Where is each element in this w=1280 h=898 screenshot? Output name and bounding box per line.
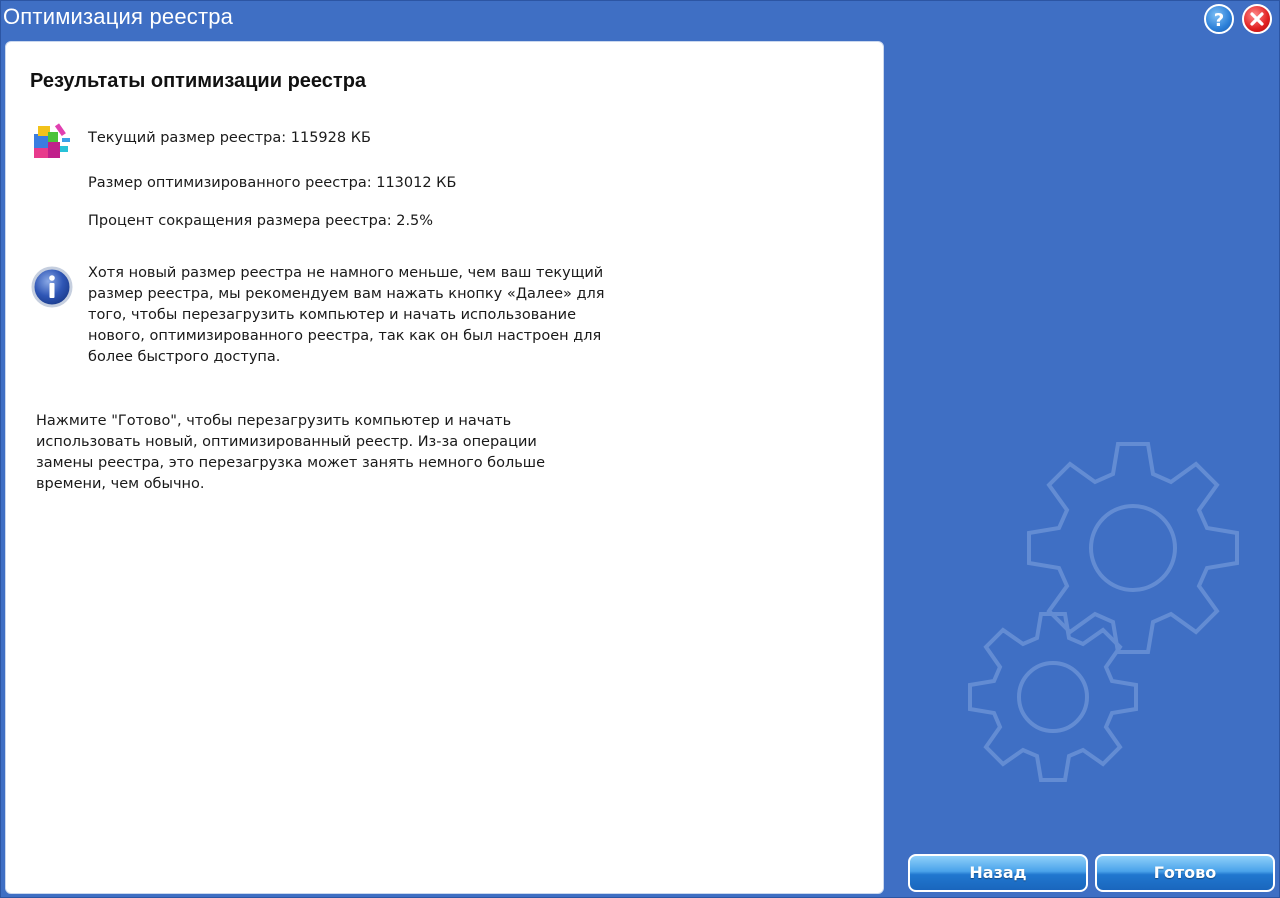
finish-line: замены реестра, это перезагрузка может з… [36, 455, 545, 471]
info-line: того, чтобы перезагрузить компьютер и на… [88, 307, 577, 323]
window-title: Оптимизация реестра [3, 4, 234, 29]
finish-line: Нажмите "Готово", чтобы перезагрузить ко… [36, 413, 512, 429]
info-icon [31, 266, 73, 308]
close-icon [1250, 12, 1264, 26]
svg-text:?: ? [1214, 10, 1224, 31]
info-line: более быстрого доступа. [88, 349, 281, 365]
small-gear [968, 612, 1138, 782]
help-icon: ? [1214, 10, 1224, 31]
finish-message: Нажмите "Готово", чтобы перезагрузить ко… [36, 411, 545, 495]
info-line: нового, оптимизированного реестра, так к… [88, 328, 602, 344]
close-button[interactable] [1242, 4, 1272, 34]
optimizer-window: Оптимизация реестра ? Результаты оптимиз… [0, 0, 1280, 898]
content-panel: Результаты оптимизации реестра Текущий р… [5, 41, 884, 894]
done-button[interactable]: Готово [1095, 854, 1275, 892]
help-button[interactable]: ? [1204, 4, 1234, 34]
reduction-percent-text: Процент сокращения размера реестра: 2.5% [88, 213, 434, 229]
optimized-size-text: Размер оптимизированного реестра: 113012… [88, 175, 457, 191]
info-line: размер реестра, мы рекомендуем вам нажат… [88, 286, 605, 302]
page-heading: Результаты оптимизации реестра [30, 70, 367, 92]
registry-cubes-icon [34, 123, 70, 158]
info-message: Хотя новый размер реестра не намного мен… [88, 263, 605, 368]
current-size-text: Текущий размер реестра: 115928 КБ [88, 130, 371, 146]
finish-line: времени, чем обычно. [36, 476, 205, 492]
finish-line: использовать новый, оптимизированный рее… [36, 434, 537, 450]
gears-watermark-icon [968, 442, 1239, 782]
back-button[interactable]: Назад [908, 854, 1088, 892]
info-line: Хотя новый размер реестра не намного мен… [88, 265, 604, 281]
large-gear [1027, 442, 1239, 654]
